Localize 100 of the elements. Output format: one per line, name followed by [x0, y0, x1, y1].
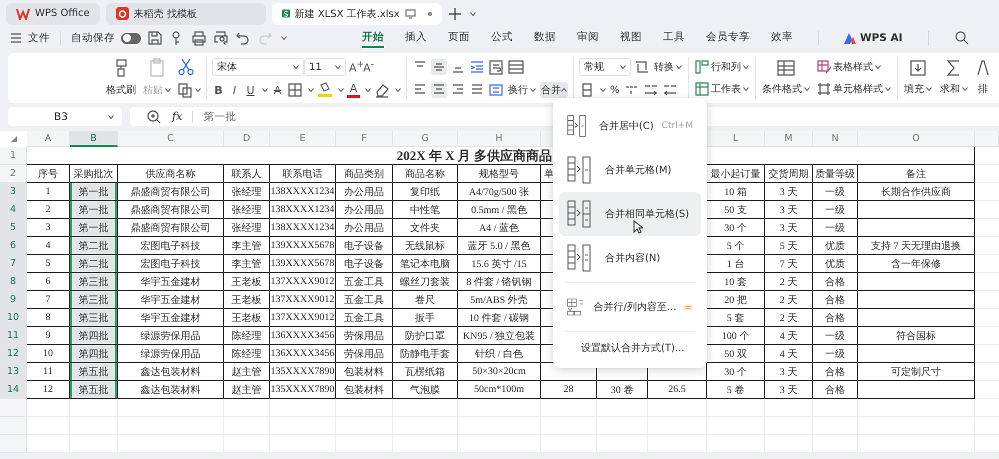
- table-cell: 合格: [813, 291, 858, 309]
- table-cell: 3 天: [765, 201, 813, 219]
- table-cell: 长期合作供应商: [858, 183, 975, 201]
- table-cell: 3 天: [765, 381, 813, 399]
- table-cell: 螺丝刀套装: [393, 273, 458, 291]
- table-cell: 扳手: [393, 309, 458, 327]
- table-cell: 136XXXX3456: [270, 327, 336, 345]
- table-cell: 防静电手套: [393, 345, 458, 363]
- table-cell: 一级: [813, 345, 858, 363]
- table-cell: 第三批: [70, 309, 118, 327]
- table-cell: 第五批: [70, 381, 118, 399]
- table-cell: 3 天: [765, 363, 813, 381]
- table-cell: 30 卷: [597, 381, 648, 399]
- table-cell: 138XXXX1234: [270, 183, 336, 201]
- table-cell: 办公用品: [336, 219, 393, 237]
- table-cell: 合格: [813, 273, 858, 291]
- table-cell: 138XXXX1234: [270, 219, 336, 237]
- table-cell: 137XXXX9012: [270, 273, 336, 291]
- table-cell: 优质: [813, 237, 858, 255]
- table-cell: 绿源劳保用品: [118, 345, 224, 363]
- table-cell: 7 天: [765, 255, 813, 273]
- table-cell: 笔记本电脑: [393, 255, 458, 273]
- table-cell: 4 天: [765, 327, 813, 345]
- table-cell: 一级: [813, 219, 858, 237]
- column-heading: 规格型号: [458, 165, 541, 183]
- column-heading: 序号: [27, 165, 70, 183]
- table-cell: 135XXXX7890: [270, 381, 336, 399]
- table-cell: 合格: [813, 309, 858, 327]
- table-cell: 赵主管: [224, 381, 270, 399]
- table-cell: 2 天: [765, 273, 813, 291]
- table-cell: 五金工具: [336, 309, 393, 327]
- table-cell: 第一批: [70, 201, 118, 219]
- table-cell: A4/70g/500 张: [458, 183, 541, 201]
- table-cell: 139XXXX5678: [270, 237, 336, 255]
- table-cell: 复印纸: [393, 183, 458, 201]
- table-cell: 华宇五金建材: [118, 309, 224, 327]
- table-cell: 3 天: [765, 219, 813, 237]
- table-cell: 3 天: [765, 183, 813, 201]
- table-cell: 蓝牙 5.0 / 黑色: [458, 237, 541, 255]
- table-cell: 优质: [813, 255, 858, 273]
- sheet-title: 202X 年 X 月 多供应商商品: [396, 146, 552, 164]
- autosave-label: 自动保存: [71, 31, 115, 45]
- table-cell: 五金工具: [336, 291, 393, 309]
- table-cell: 包装材料: [336, 381, 393, 399]
- table-cell: 28: [541, 381, 597, 399]
- column-heading: 供应商名称: [118, 165, 224, 183]
- table-cell: 王老板: [224, 309, 270, 327]
- table-cell: 陈经理: [224, 345, 270, 363]
- table-cell: 137XXXX9012: [270, 291, 336, 309]
- table-cell: 电子设备: [336, 255, 393, 273]
- table-cell: 第三批: [70, 273, 118, 291]
- table-cell: 卷尺: [393, 291, 458, 309]
- table-cell: 张经理: [224, 183, 270, 201]
- table-cell: 赵主管: [224, 363, 270, 381]
- column-heading: 联系电话: [270, 165, 336, 183]
- table-cell: 第三批: [70, 291, 118, 309]
- table-cell: 五金工具: [336, 273, 393, 291]
- table-cell: 第一批: [70, 219, 118, 237]
- table-cell: 劳保用品: [336, 345, 393, 363]
- table-cell: 鼎盛商贸有限公司: [118, 201, 224, 219]
- table-cell: 139XXXX5678: [270, 255, 336, 273]
- table-cell: 8 件套 / 铬钒钢: [458, 273, 541, 291]
- column-heading: 质量等级: [813, 165, 858, 183]
- table-cell: 第五批: [70, 363, 118, 381]
- table-cell: 一级: [813, 201, 858, 219]
- table-cell: 鼎盛商贸有限公司: [118, 183, 224, 201]
- table-cell: 0.5mm / 黑色: [458, 201, 541, 219]
- table-cell: 第四批: [70, 327, 118, 345]
- column-heading: 商品类别: [336, 165, 393, 183]
- table-cell: 5m/ABS 外壳: [458, 291, 541, 309]
- table-cell: KN95 / 独立包装: [458, 327, 541, 345]
- table-cell: 第二批: [70, 237, 118, 255]
- table-cell: 第一批: [70, 183, 118, 201]
- table-cell: 136XXXX3456: [270, 345, 336, 363]
- table-cell: 135XXXX7890: [270, 363, 336, 381]
- table-cell: 30 个: [707, 363, 765, 381]
- table-cell: 2 天: [765, 309, 813, 327]
- table-cell: 符合国标: [858, 327, 975, 345]
- table-cell: 26.5: [648, 381, 707, 399]
- table-cell: 针织 / 白色: [458, 345, 541, 363]
- column-heading: 交货周期: [765, 165, 813, 183]
- table-cell: 电子设备: [336, 237, 393, 255]
- table-cell: 一级: [813, 183, 858, 201]
- table-cell: 无线鼠标: [393, 237, 458, 255]
- table-cell: 王老板: [224, 291, 270, 309]
- table-cell: 陈经理: [224, 327, 270, 345]
- table-cell: 包装材料: [336, 363, 393, 381]
- table-cell: 文件夹: [393, 219, 458, 237]
- table-cell: 瓦楞纸箱: [393, 363, 458, 381]
- table-cell: 气泡膜: [393, 381, 458, 399]
- table-cell: 2 天: [765, 291, 813, 309]
- table-cell: 张经理: [224, 219, 270, 237]
- table-cell: 鼎盛商贸有限公司: [118, 219, 224, 237]
- table-cell: 合格: [813, 381, 858, 399]
- table-cell: 华宇五金建材: [118, 291, 224, 309]
- table-cell: 支持 7 天无理由退换: [858, 237, 975, 255]
- table-cell: 15.6 英寸 /15: [458, 255, 541, 273]
- table-cell: 鑫达包装材料: [118, 381, 224, 399]
- table-cell: 张经理: [224, 201, 270, 219]
- table-cell: 第二批: [70, 255, 118, 273]
